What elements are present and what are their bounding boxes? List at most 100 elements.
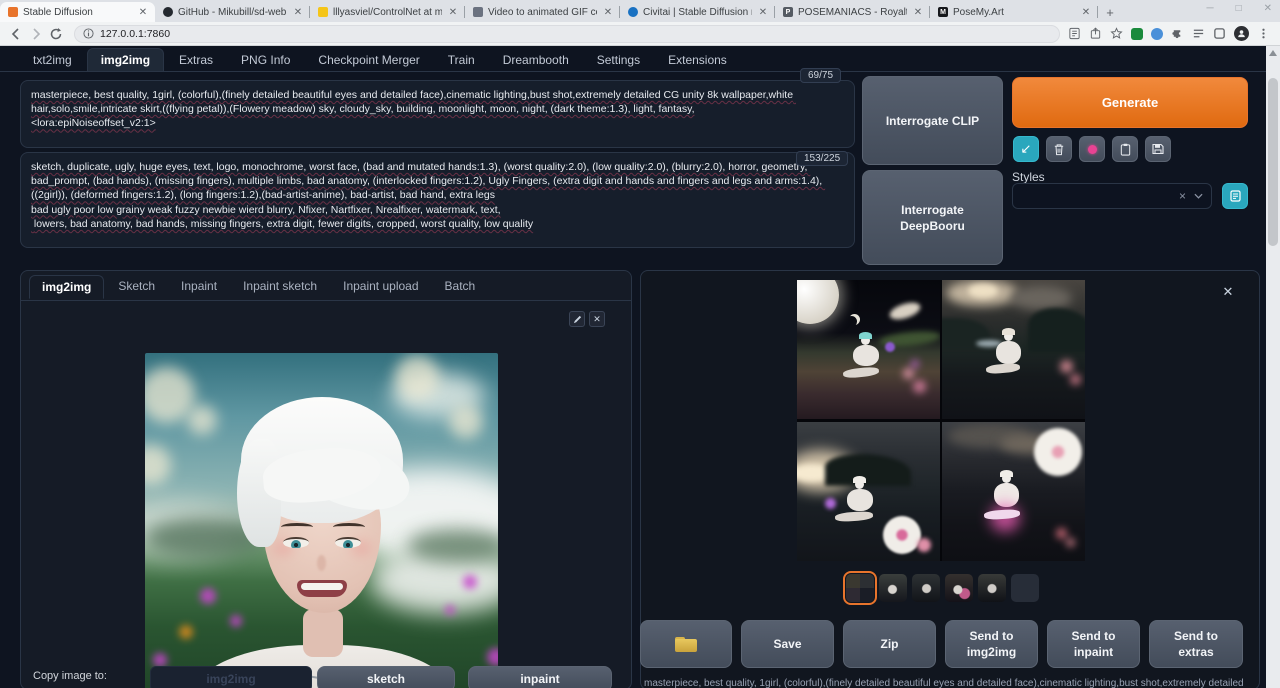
tab-close-icon[interactable]: ✕ [602, 7, 614, 18]
tab-close-icon[interactable]: ✕ [1080, 7, 1092, 18]
left-eye [283, 537, 309, 548]
tab-png-info[interactable]: PNG Info [228, 49, 303, 71]
extra-networks-icon[interactable] [1079, 136, 1105, 162]
scroll-up-icon[interactable] [1269, 50, 1277, 56]
tab-close-icon[interactable]: ✕ [292, 7, 304, 18]
right-eye [335, 537, 361, 548]
thumbnail-3[interactable] [945, 574, 973, 602]
remove-image-icon[interactable]: ✕ [589, 311, 605, 327]
site-info-icon[interactable] [83, 28, 94, 39]
tab-close-icon[interactable]: ✕ [447, 7, 459, 18]
copy-image-to-label: Copy image to: [33, 670, 107, 682]
tab-extensions[interactable]: Extensions [655, 49, 740, 71]
bookmark-list-icon[interactable] [1068, 27, 1081, 40]
subtab-inpaint[interactable]: Inpaint [169, 275, 229, 299]
thumbnail-grid[interactable] [846, 574, 874, 602]
styles-label: Styles [1012, 170, 1045, 184]
stable-diffusion-webui: txt2img img2img Extras PNG Info Checkpoi… [0, 46, 1266, 688]
browser-tab-controlnet[interactable]: lllyasviel/ControlNet at main ✕ [310, 2, 465, 22]
reload-icon[interactable] [46, 24, 66, 44]
subtab-sketch[interactable]: Sketch [106, 275, 167, 299]
save-button[interactable]: Save [741, 620, 834, 668]
scrollbar-thumb[interactable] [1268, 78, 1278, 246]
gif-converter-favicon [473, 7, 483, 17]
new-tab-button[interactable]: + [1102, 4, 1118, 20]
interrogate-deepbooru-button[interactable]: Interrogate DeepBooru [862, 170, 1003, 265]
prompt-input[interactable]: masterpiece, best quality, 1girl, (color… [20, 80, 855, 148]
clear-styles-icon[interactable]: × [1179, 189, 1186, 203]
tab-close-icon[interactable]: ✕ [912, 7, 924, 18]
tab-checkpoint-merger[interactable]: Checkpoint Merger [305, 49, 432, 71]
extensions-puzzle-icon[interactable] [1171, 27, 1184, 40]
result-image-2[interactable] [942, 280, 1085, 419]
posemaniacs-favicon: P [783, 7, 793, 17]
extension-b-icon[interactable] [1151, 28, 1163, 40]
share-icon[interactable] [1089, 27, 1102, 40]
menu-kebab-icon[interactable] [1257, 27, 1270, 40]
browser-tab-posemy-art[interactable]: M PoseMy.Art ✕ [930, 2, 1098, 22]
send-to-inpaint-button[interactable]: Send to inpaint [1047, 620, 1140, 668]
thumbnail-1[interactable] [879, 574, 907, 602]
tab-close-icon[interactable]: ✕ [757, 7, 769, 18]
generate-button[interactable]: Generate [1012, 77, 1248, 128]
subtab-inpaint-sketch[interactable]: Inpaint sketch [231, 275, 329, 299]
open-folder-button[interactable] [640, 620, 732, 668]
save-style-floppy-icon[interactable] [1145, 136, 1171, 162]
apply-styles-clipboard-icon[interactable] [1112, 136, 1138, 162]
send-to-img2img-button[interactable]: Send to img2img [945, 620, 1038, 668]
copy-to-inpaint-button[interactable]: inpaint [468, 666, 612, 688]
tab-close-icon[interactable]: ✕ [137, 7, 149, 18]
result-image-3[interactable] [797, 422, 940, 561]
styles-dropdown[interactable]: × [1012, 183, 1212, 209]
tab-extras[interactable]: Extras [166, 49, 226, 71]
browser-tab-posemaniacs[interactable]: P POSEMANIACS - Royalty free 3… ✕ [775, 2, 930, 22]
img2img-subtab-bar: img2img Sketch Inpaint Inpaint sketch In… [29, 275, 487, 299]
thumbnail-5[interactable] [1011, 574, 1039, 602]
extension-a-icon[interactable] [1131, 28, 1143, 40]
copy-to-img2img-button[interactable]: img2img [150, 666, 312, 688]
browser-tab-civitai[interactable]: Civitai | Stable Diffusion model… ✕ [620, 2, 775, 22]
right-eyebrow [333, 523, 365, 531]
edit-pencil-icon[interactable] [569, 311, 585, 327]
reading-list-icon[interactable] [1192, 27, 1205, 40]
interrogate-clip-button[interactable]: Interrogate CLIP [862, 76, 1003, 165]
clear-prompt-trash-icon[interactable] [1046, 136, 1072, 162]
tab-settings[interactable]: Settings [584, 49, 653, 71]
thumbnail-2[interactable] [912, 574, 940, 602]
thumbnail-4[interactable] [978, 574, 1006, 602]
source-image[interactable] [145, 353, 498, 688]
page-scrollbar[interactable] [1266, 46, 1280, 688]
edit-styles-icon[interactable] [1222, 183, 1248, 209]
tab-txt2img[interactable]: txt2img [20, 49, 85, 71]
browser-tab-stable-diffusion[interactable]: Stable Diffusion ✕ [0, 2, 155, 22]
back-icon[interactable] [6, 24, 26, 44]
tab-img2img[interactable]: img2img [87, 48, 164, 71]
zip-button[interactable]: Zip [843, 620, 936, 668]
copy-to-sketch-button[interactable]: sketch [317, 666, 455, 688]
window-maximize-button[interactable]: □ [1236, 3, 1242, 14]
result-image-4[interactable] [942, 422, 1085, 561]
paste-params-icon[interactable]: ↙ [1013, 136, 1039, 162]
window-close-button[interactable]: ✕ [1264, 3, 1272, 14]
browser-tab-github[interactable]: GitHub - Mikubill/sd-webui-co… ✕ [155, 2, 310, 22]
negative-prompt-input[interactable]: sketch, duplicate, ugly, huge eyes, text… [20, 152, 855, 248]
posemy-art-favicon: M [938, 7, 948, 17]
subtab-batch[interactable]: Batch [433, 275, 488, 299]
close-gallery-icon[interactable]: ✕ [1220, 284, 1236, 300]
result-image-1[interactable] [797, 280, 940, 419]
tab-train[interactable]: Train [435, 49, 488, 71]
result-image-grid[interactable] [797, 280, 1085, 561]
subtab-img2img[interactable]: img2img [29, 275, 104, 299]
browser-tab-gif-converter[interactable]: Video to animated GIF converter ✕ [465, 2, 620, 22]
window-minimize-button[interactable]: ─ [1206, 3, 1213, 14]
subtab-inpaint-upload[interactable]: Inpaint upload [331, 275, 430, 299]
send-to-extras-button[interactable]: Send to extras [1149, 620, 1243, 668]
tab-dreambooth[interactable]: Dreambooth [490, 49, 582, 71]
tab-title: lllyasviel/ControlNet at main [333, 7, 442, 18]
tab-switcher-icon[interactable] [1213, 27, 1226, 40]
chevron-down-icon[interactable] [1194, 193, 1203, 199]
profile-avatar[interactable] [1234, 26, 1249, 41]
bookmark-star-icon[interactable] [1110, 27, 1123, 40]
forward-icon[interactable] [26, 24, 46, 44]
address-bar[interactable]: 127.0.0.1:7860 [74, 25, 1060, 43]
